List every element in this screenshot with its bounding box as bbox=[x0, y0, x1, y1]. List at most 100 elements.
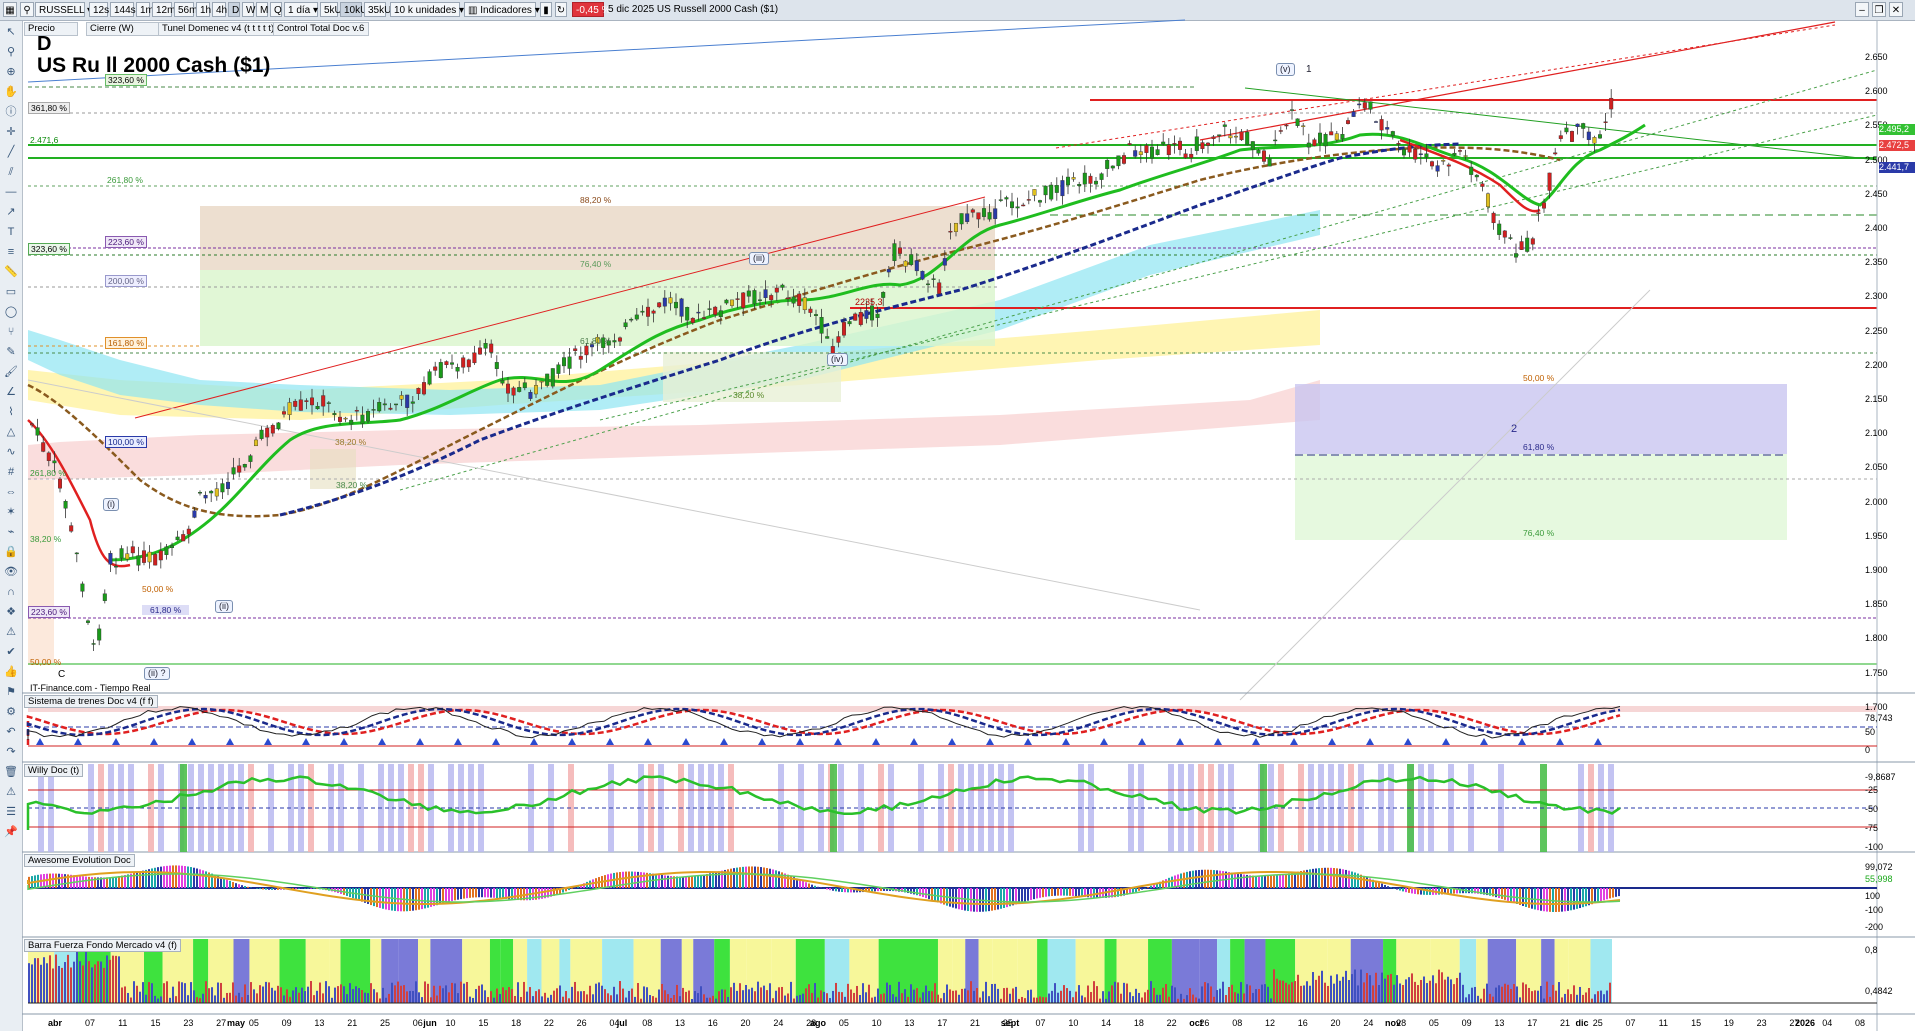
x-day-label: 06 bbox=[412, 1018, 423, 1028]
barra-bar bbox=[871, 997, 873, 1003]
barra-bar bbox=[1204, 982, 1206, 1003]
awesome-bar bbox=[661, 874, 663, 888]
awesome-bar bbox=[1138, 888, 1140, 891]
barra-block bbox=[952, 939, 966, 1003]
price-tick: 2.100 bbox=[1865, 428, 1888, 439]
barra-bar bbox=[1093, 981, 1095, 1003]
barra-bar bbox=[1372, 985, 1374, 1003]
awesome-bar bbox=[694, 875, 696, 888]
barra-bar bbox=[199, 998, 201, 1003]
barra-bar bbox=[868, 984, 870, 1003]
barra-bar bbox=[373, 989, 375, 1003]
fib-764-right: 76,40 % bbox=[1523, 528, 1555, 538]
awesome-bar bbox=[1039, 888, 1041, 898]
candle-body bbox=[1037, 200, 1042, 203]
price-chart[interactable] bbox=[0, 0, 1915, 1031]
barra-bar bbox=[925, 985, 927, 1003]
barra-bar bbox=[337, 986, 339, 1003]
price-tick: 2.350 bbox=[1865, 257, 1888, 268]
awesome-bar bbox=[1603, 888, 1605, 901]
barra-bar bbox=[1465, 997, 1467, 1003]
candle-body bbox=[1082, 172, 1087, 185]
awesome-bar bbox=[484, 888, 486, 898]
x-day-label: 05 bbox=[838, 1018, 849, 1028]
awesome-bar bbox=[1135, 888, 1137, 892]
wave-ii: (ii) bbox=[215, 600, 233, 613]
candle-body bbox=[1189, 153, 1194, 158]
candle-body bbox=[1469, 166, 1474, 175]
awesome-bar bbox=[1396, 888, 1398, 890]
barra-bar bbox=[1084, 997, 1086, 1003]
candle-body bbox=[556, 364, 561, 374]
barra-bar bbox=[124, 986, 126, 1003]
candle-body bbox=[864, 310, 869, 319]
candle-body bbox=[130, 546, 135, 554]
fib-882: 88,20 % bbox=[580, 195, 612, 205]
awesome-bar bbox=[178, 865, 180, 888]
barra-bar bbox=[916, 988, 918, 1003]
barra-bar bbox=[1117, 982, 1119, 1003]
candle-body bbox=[942, 258, 947, 266]
trains-up-marker bbox=[1556, 738, 1564, 745]
awesome-bar bbox=[1069, 888, 1071, 896]
barra-bar bbox=[1102, 991, 1104, 1003]
awesome-bar bbox=[1291, 872, 1293, 888]
barra-block bbox=[693, 939, 715, 1003]
barra-bar bbox=[1348, 980, 1350, 1003]
barra-bar bbox=[694, 991, 696, 1003]
candle-body bbox=[1541, 202, 1546, 209]
barra-bar bbox=[283, 995, 285, 1003]
awesome-bar bbox=[1090, 888, 1092, 898]
barra-bar bbox=[985, 981, 987, 1003]
x-day-label: 22 bbox=[1166, 1018, 1177, 1028]
trains-up-marker bbox=[1214, 738, 1222, 745]
awesome-bar bbox=[1252, 875, 1254, 888]
barra-bar bbox=[808, 984, 810, 1003]
awesome-bar bbox=[202, 870, 204, 888]
barra-bar bbox=[1342, 976, 1344, 1003]
awesome-bar bbox=[1555, 888, 1557, 912]
awesome-bar bbox=[634, 871, 636, 888]
awesome-bar bbox=[994, 888, 996, 911]
candle-body bbox=[1474, 174, 1479, 178]
barra-bar bbox=[928, 991, 930, 1003]
barra-bar bbox=[727, 996, 729, 1003]
candle-body bbox=[959, 213, 964, 225]
x-day-label: 13 bbox=[904, 1018, 915, 1028]
barra-bar bbox=[1474, 986, 1476, 1003]
x-day-label: 18 bbox=[1133, 1018, 1144, 1028]
awesome-panel bbox=[27, 865, 1877, 912]
x-month-label: dic bbox=[1575, 1018, 1589, 1028]
awesome-bar bbox=[1345, 869, 1347, 888]
barra-bar bbox=[376, 992, 378, 1003]
barra-bar bbox=[712, 995, 714, 1003]
candle-body bbox=[494, 362, 499, 369]
awesome-bar bbox=[754, 866, 756, 888]
price-tick: 1.700 bbox=[1865, 701, 1888, 712]
barra-bar bbox=[187, 995, 189, 1003]
barra-bar bbox=[1609, 982, 1611, 1003]
barra-bar bbox=[127, 992, 129, 1003]
candle-body bbox=[623, 322, 628, 328]
barra-bar bbox=[295, 987, 297, 1003]
awesome-bar bbox=[1171, 876, 1173, 888]
awesome-bar bbox=[1285, 873, 1287, 888]
awesome-bar bbox=[304, 888, 306, 889]
awesome-bar bbox=[1033, 888, 1035, 900]
barra-bar bbox=[661, 983, 663, 1003]
trains-up-marker bbox=[74, 738, 82, 745]
awesome-bar bbox=[706, 873, 708, 888]
barra-bar bbox=[772, 998, 774, 1003]
barra-bar bbox=[133, 981, 135, 1003]
candle-body bbox=[237, 465, 242, 473]
barra-bar bbox=[1603, 994, 1605, 1003]
barra-bar bbox=[106, 955, 108, 1003]
trains-up-marker bbox=[720, 738, 728, 745]
candle-body bbox=[1368, 101, 1373, 110]
barra-bar bbox=[1027, 990, 1029, 1003]
x-day-label: 15 bbox=[150, 1018, 161, 1028]
candle-body bbox=[1525, 237, 1530, 252]
price-tick: 1.950 bbox=[1865, 530, 1888, 541]
barra-bar bbox=[1489, 993, 1491, 1003]
awesome-bar bbox=[748, 866, 750, 888]
